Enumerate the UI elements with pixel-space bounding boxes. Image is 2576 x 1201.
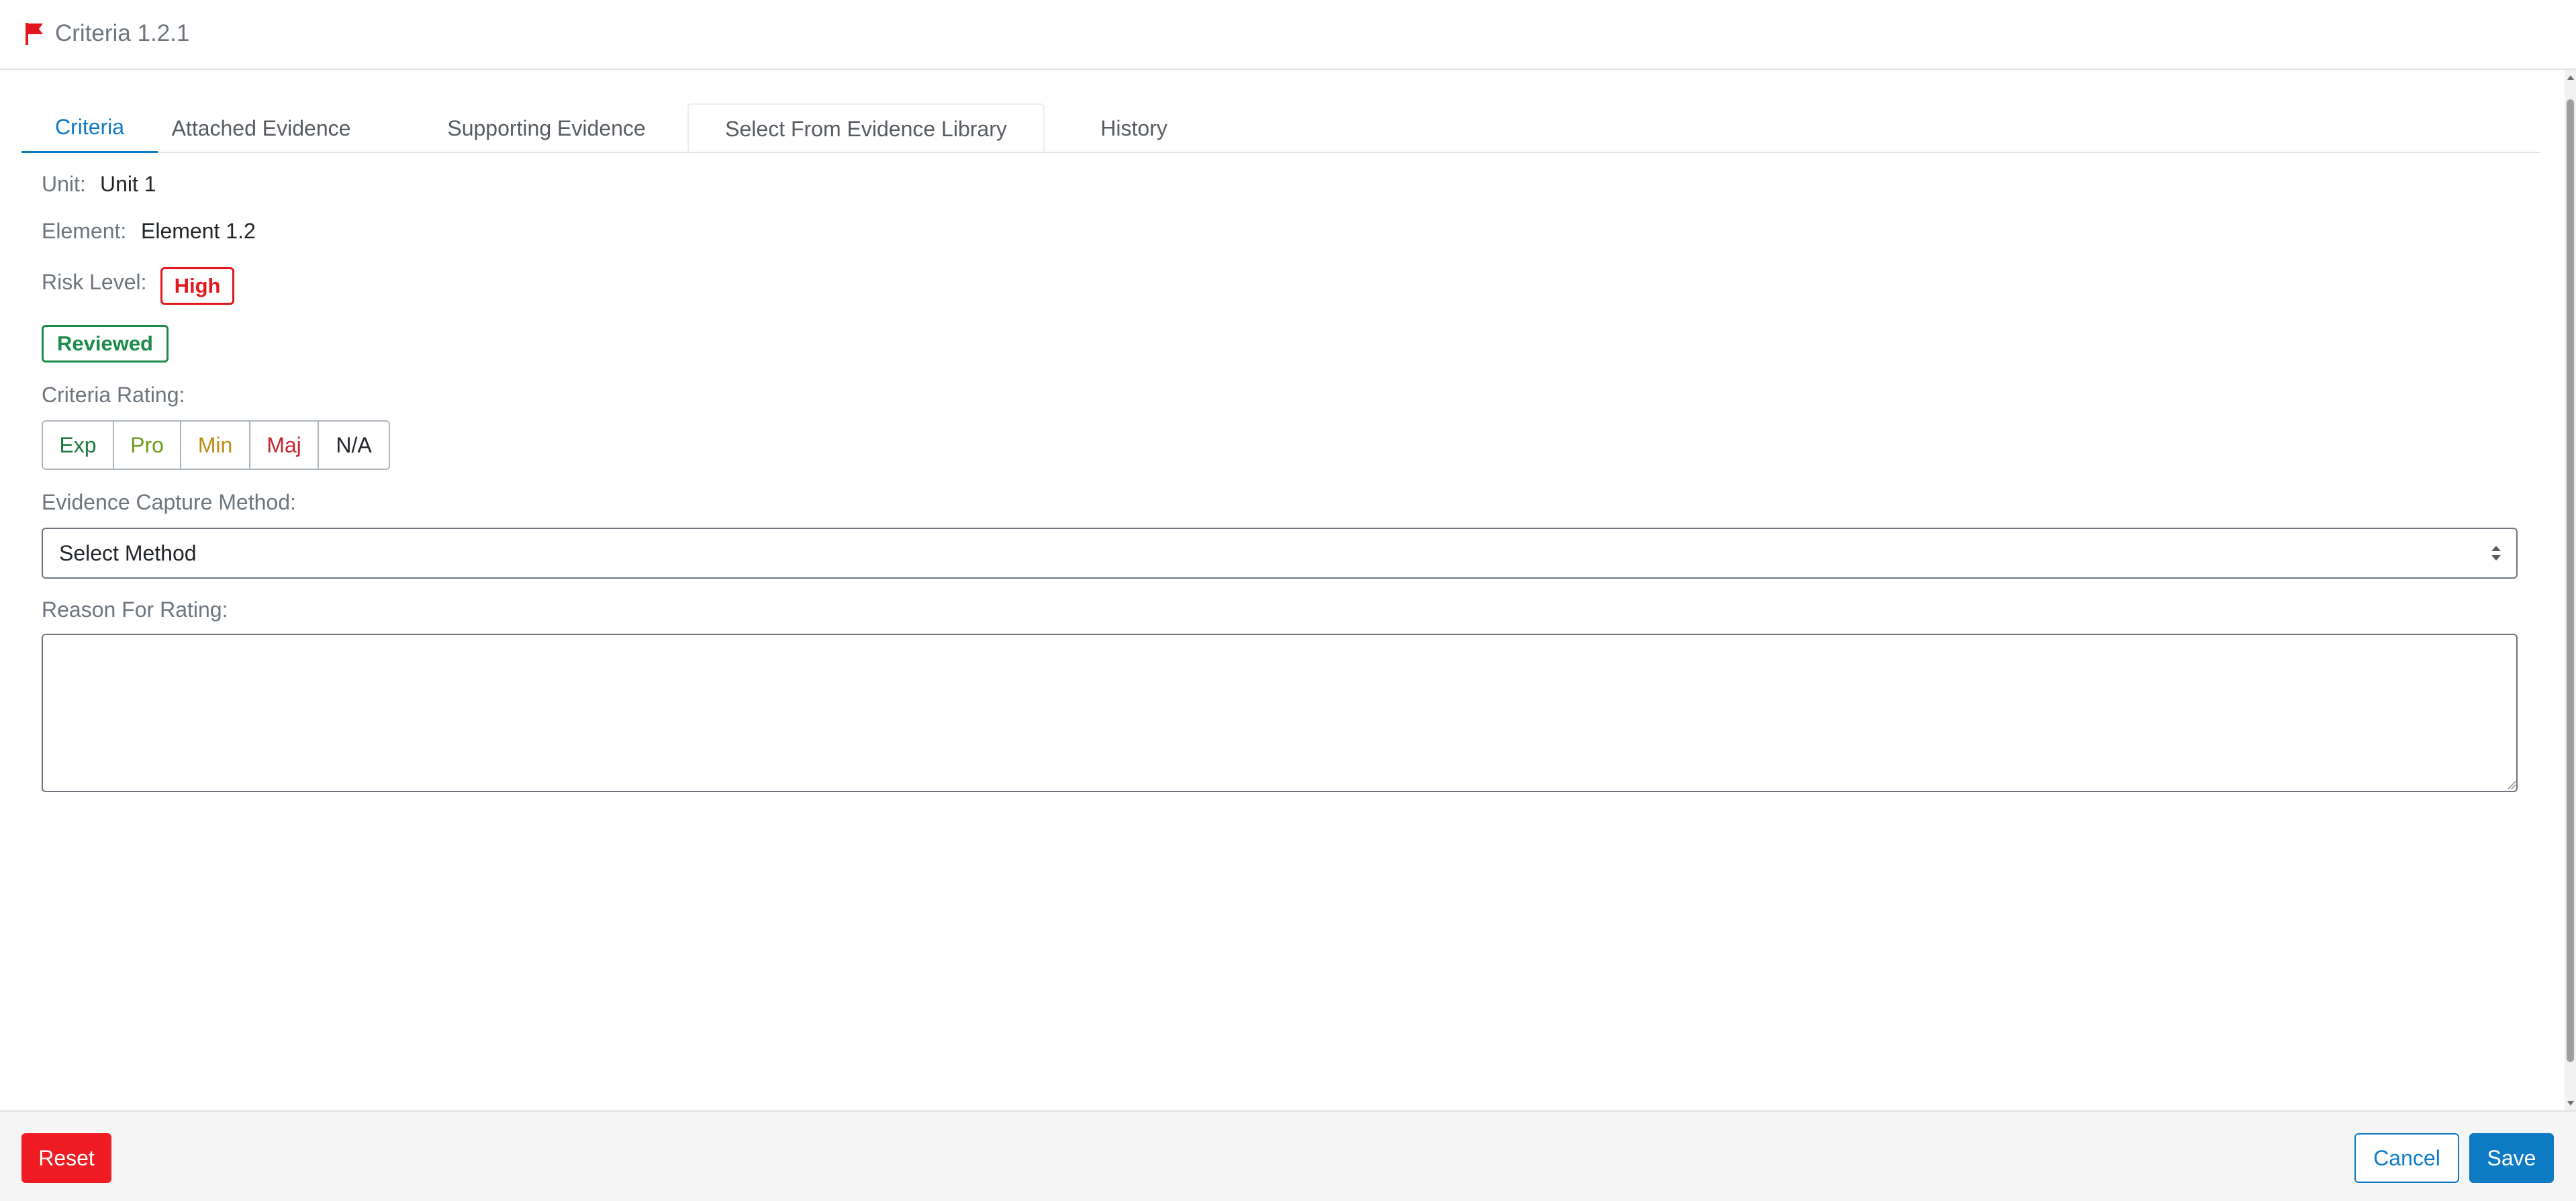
rating-exp-button[interactable]: Exp <box>43 422 114 469</box>
rating-maj-button[interactable]: Maj <box>250 422 319 469</box>
tab-bar: Criteria Attached Evidence Supporting Ev… <box>21 103 2540 153</box>
capture-method-select[interactable]: Select Method <box>42 528 2518 579</box>
save-button[interactable]: Save <box>2469 1133 2554 1183</box>
cancel-button[interactable]: Cancel <box>2354 1133 2459 1183</box>
modal-footer: Reset Cancel Save <box>0 1110 2576 1201</box>
tab-supporting-evidence[interactable]: Supporting Evidence <box>432 103 661 153</box>
modal-body: Criteria Attached Evidence Supporting Ev… <box>0 70 2565 1110</box>
capture-method-selected-value: Select Method <box>59 541 197 565</box>
criteria-rating-label: Criteria Rating: <box>42 383 185 407</box>
scroll-up-arrow-icon[interactable] <box>2565 71 2576 83</box>
modal-title: Criteria 1.2.1 <box>55 20 190 46</box>
risk-level-label: Risk Level: <box>42 270 147 294</box>
vertical-scrollbar[interactable] <box>2565 70 2576 1110</box>
element-value: Element 1.2 <box>141 219 256 243</box>
sort-caret-icon <box>2491 546 2501 561</box>
element-label: Element: <box>42 219 127 243</box>
rating-na-button[interactable]: N/A <box>319 422 389 469</box>
unit-value: Unit 1 <box>100 172 156 196</box>
reason-textarea[interactable] <box>42 634 2518 792</box>
flag-icon <box>26 23 43 45</box>
tab-history[interactable]: History <box>1067 103 1200 153</box>
tab-attached-evidence[interactable]: Attached Evidence <box>166 103 356 153</box>
reset-button[interactable]: Reset <box>21 1133 111 1183</box>
criteria-modal: Criteria 1.2.1 Criteria Attached Evidenc… <box>0 0 2576 1201</box>
unit-label: Unit: <box>42 172 86 196</box>
rating-pro-button[interactable]: Pro <box>114 422 181 469</box>
capture-method-label: Evidence Capture Method: <box>42 490 296 514</box>
risk-level-badge: High <box>160 267 234 305</box>
modal-header: Criteria 1.2.1 <box>0 0 2576 70</box>
reviewed-status-badge: Reviewed <box>42 325 169 363</box>
rating-min-button[interactable]: Min <box>181 422 250 469</box>
reason-label: Reason For Rating: <box>42 597 228 622</box>
tab-criteria[interactable]: Criteria <box>21 103 158 153</box>
tab-evidence-library[interactable]: Select From Evidence Library <box>687 103 1045 153</box>
resize-grip-icon[interactable] <box>2507 780 2516 789</box>
criteria-rating-group: Exp Pro Min Maj N/A <box>42 420 390 470</box>
scroll-down-arrow-icon[interactable] <box>2565 1098 2576 1109</box>
scrollbar-thumb[interactable] <box>2567 99 2574 1062</box>
